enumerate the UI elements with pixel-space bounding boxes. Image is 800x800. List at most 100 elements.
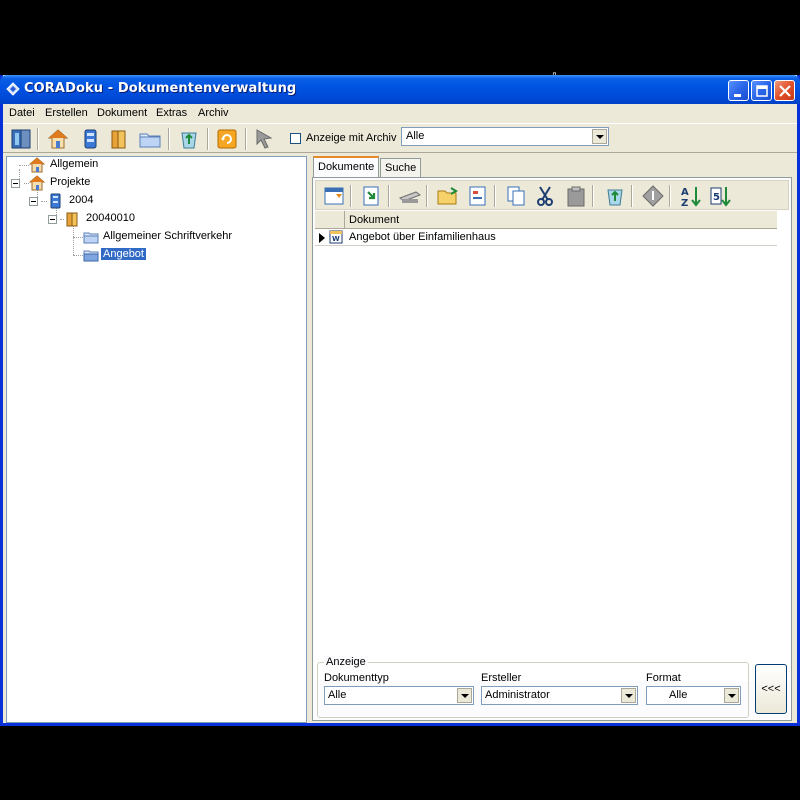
menu-dokument[interactable]: Dokument: [97, 107, 147, 119]
database-icon[interactable]: [78, 127, 102, 151]
app-logo-icon: [6, 82, 20, 96]
menu-archiv[interactable]: Archiv: [198, 107, 229, 119]
tab-label: Dokumente: [318, 161, 375, 173]
collapse-toggle-icon[interactable]: [11, 179, 20, 188]
chevron-down-icon[interactable]: [592, 129, 607, 144]
properties-icon[interactable]: [466, 184, 490, 208]
tree-item-label: Allgemeiner Schriftverkehr: [103, 230, 232, 242]
menu-erstellen[interactable]: Erstellen: [45, 107, 88, 119]
collapse-toggle-icon[interactable]: [48, 215, 57, 224]
books-icon[interactable]: [107, 127, 131, 151]
word-document-icon: W: [329, 230, 343, 244]
home-icon[interactable]: [46, 127, 70, 151]
toolbar-separator: [426, 185, 428, 207]
house-icon: [29, 157, 45, 173]
archive-select-value: Alle: [406, 130, 425, 142]
format-select[interactable]: Alle: [646, 686, 741, 705]
document-panel: Dokumente Suche A Z 5 Dokument W Angebot…: [310, 156, 794, 723]
sort-alpha-icon[interactable]: A Z: [679, 184, 703, 208]
new-document-icon[interactable]: [322, 184, 346, 208]
folder-orange-icon: [66, 212, 78, 227]
toolbar-separator: [37, 128, 39, 150]
toolbar-separator: [592, 185, 594, 207]
tree-item-label: Allgemein: [50, 158, 99, 170]
scanner-icon[interactable]: [398, 184, 422, 208]
book-icon: [50, 193, 61, 209]
archive-checkbox-label: Anzeige mit Archiv: [306, 132, 397, 144]
info-icon[interactable]: [641, 184, 665, 208]
toolbar-separator: [669, 185, 671, 207]
maximize-icon: [756, 85, 768, 97]
svg-text:5: 5: [713, 192, 720, 203]
column-header-dokument[interactable]: Dokument: [349, 214, 399, 226]
sort-numeric-icon[interactable]: 5: [709, 184, 733, 208]
minimize-icon: [734, 94, 741, 97]
close-button[interactable]: [774, 80, 795, 101]
recycle-icon[interactable]: [603, 184, 627, 208]
folder-icon[interactable]: [138, 127, 162, 151]
archive-checkbox[interactable]: [290, 133, 301, 144]
format-label: Format: [646, 672, 681, 684]
toolbar-separator: [494, 185, 496, 207]
format-value: Alle: [669, 689, 688, 701]
window-title: CORADoku - Dokumentenverwaltung: [24, 81, 297, 96]
import-icon[interactable]: [360, 184, 384, 208]
chevron-down-icon[interactable]: [724, 688, 739, 703]
tree-item-allgemeiner-schriftverkehr[interactable]: Allgemeiner Schriftverkehr: [7, 229, 297, 245]
doctype-select[interactable]: Alle: [324, 686, 474, 705]
document-table[interactable]: Dokument W Angebot über Einfamilienhaus: [315, 211, 789, 681]
table-header: Dokument: [315, 211, 777, 229]
exit-icon[interactable]: [9, 127, 33, 151]
tree-item-label: Projekte: [50, 176, 91, 188]
current-row-marker-icon: [319, 233, 325, 243]
menu-datei[interactable]: Datei: [9, 107, 35, 119]
doctype-label: Dokumenttyp: [324, 672, 389, 684]
close-icon: [779, 85, 791, 97]
table-row[interactable]: W Angebot über Einfamilienhaus: [315, 229, 777, 246]
maximize-button[interactable]: [751, 80, 772, 101]
menu-extras[interactable]: Extras: [156, 107, 187, 119]
tab-dokumente[interactable]: Dokumente: [313, 156, 380, 177]
refresh-icon[interactable]: [215, 127, 239, 151]
creator-value: Administrator: [485, 689, 550, 701]
document-toolbar: A Z 5: [315, 180, 789, 210]
creator-select[interactable]: Administrator: [481, 686, 638, 705]
chevron-down-icon[interactable]: [621, 688, 636, 703]
chevron-down-icon[interactable]: [457, 688, 472, 703]
cut-icon[interactable]: [533, 184, 557, 208]
house-icon: [29, 175, 45, 191]
cursor-icon[interactable]: [252, 127, 276, 151]
row-label: Angebot über Einfamilienhaus: [349, 231, 496, 243]
tree-item-angebot[interactable]: Angebot: [7, 247, 287, 263]
row-selector-header: [315, 211, 345, 229]
open-folder-icon[interactable]: [436, 184, 460, 208]
app-window: CORADoku - Dokumentenverwaltung Datei Er…: [0, 75, 800, 726]
filter-group: Anzeige Dokumenttyp Alle Ersteller Admin…: [317, 656, 749, 718]
collapse-toggle-icon[interactable]: [29, 197, 38, 206]
creator-label: Ersteller: [481, 672, 522, 684]
title-bar[interactable]: CORADoku - Dokumentenverwaltung: [0, 75, 800, 104]
folder-blue-icon: [83, 232, 99, 244]
tree-item-projekte[interactable]: Projekte: [7, 175, 287, 191]
tree-item-allgemein[interactable]: Allgemein: [7, 157, 287, 173]
copy-icon[interactable]: [504, 184, 528, 208]
folder-tree[interactable]: Allgemein Projekte 2004 20040010 Allgeme…: [6, 156, 307, 723]
tree-item-label: Angebot: [100, 247, 147, 261]
recycle-icon[interactable]: [177, 127, 201, 151]
toolbar-separator: [168, 128, 170, 150]
tree-item-label: 20040010: [86, 212, 135, 224]
paste-icon[interactable]: [564, 184, 588, 208]
doctype-value: Alle: [328, 689, 347, 701]
filter-legend: Anzeige: [324, 656, 368, 668]
toolbar-separator: [245, 128, 247, 150]
minimize-button[interactable]: [728, 80, 749, 101]
archive-select[interactable]: Alle: [401, 127, 609, 146]
svg-text:A: A: [681, 187, 689, 198]
tab-suche[interactable]: Suche: [380, 158, 422, 177]
menu-bar: Datei Erstellen Dokument Extras Archiv: [3, 104, 797, 123]
tree-item-2004[interactable]: 2004: [7, 193, 287, 209]
tree-item-label: 2004: [69, 194, 94, 206]
toolbar-separator: [631, 185, 633, 207]
tree-item-20040010[interactable]: 20040010: [7, 211, 287, 227]
collapse-panel-button[interactable]: <<<: [755, 664, 787, 714]
